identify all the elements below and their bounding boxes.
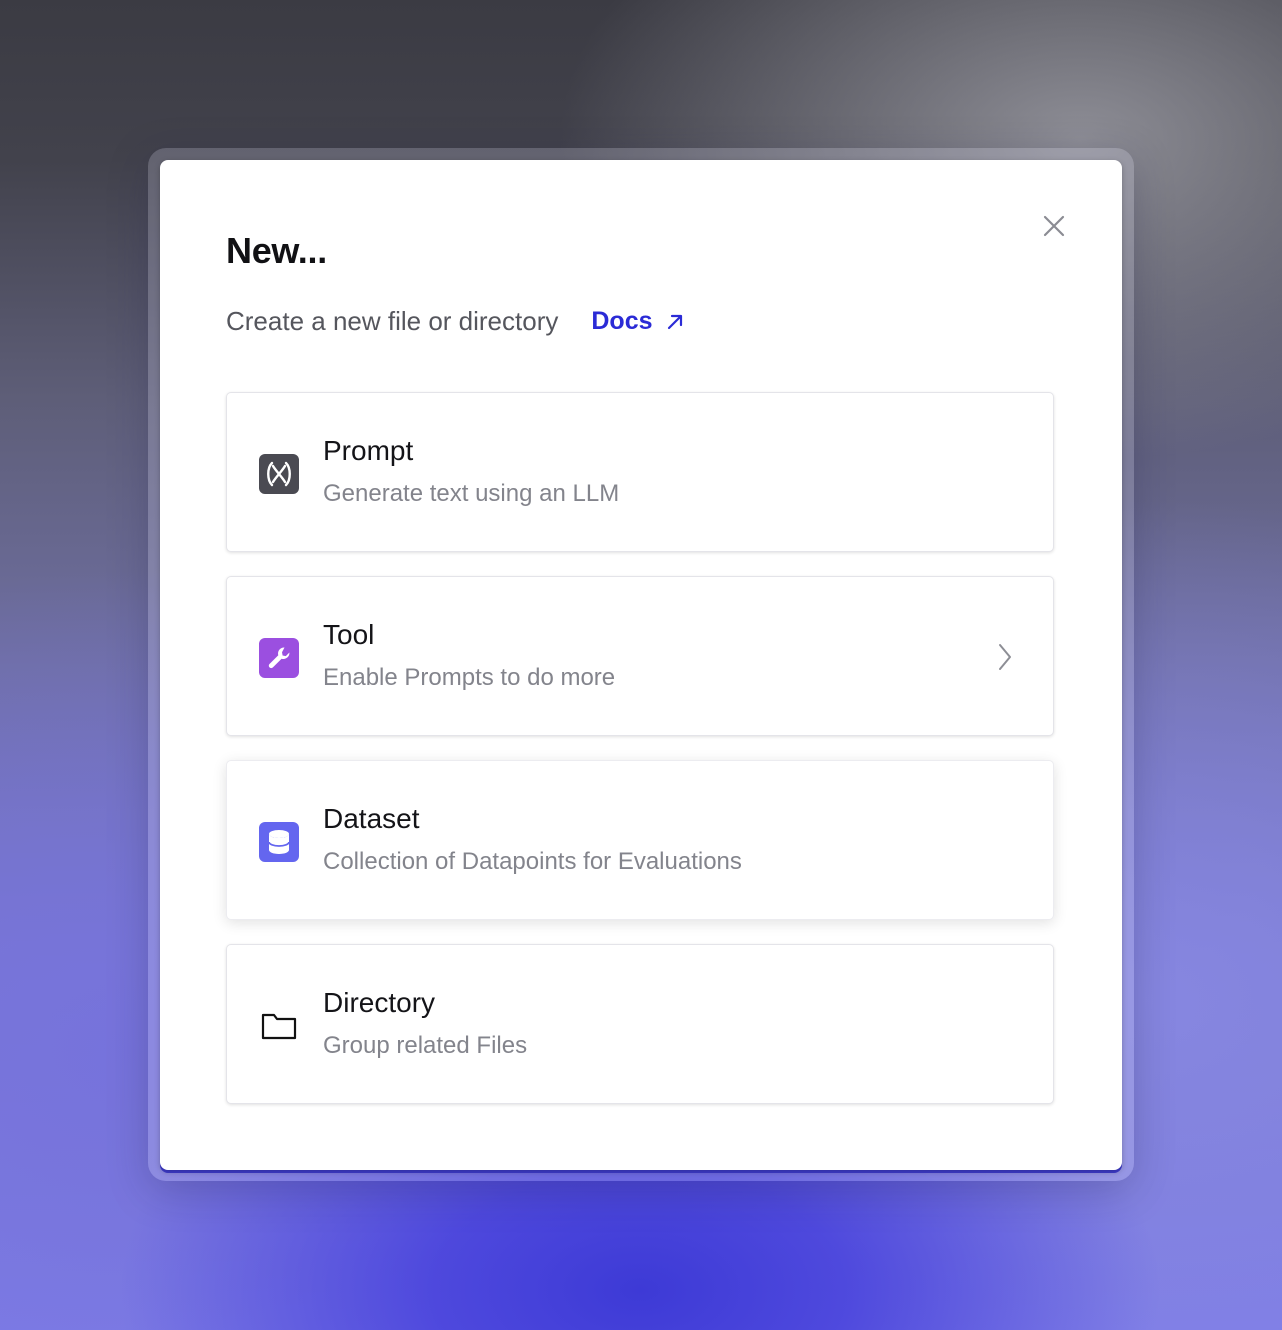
- dialog-subtitle: Create a new file or directory: [226, 306, 559, 336]
- folder-icon: [259, 1006, 299, 1046]
- option-description: Collection of Datapoints for Evaluations: [323, 848, 742, 875]
- option-description: Generate text using an LLM: [323, 480, 620, 507]
- close-icon: [1043, 215, 1065, 237]
- docs-link[interactable]: Docs: [591, 307, 684, 336]
- option-tool[interactable]: Tool Enable Prompts to do more: [226, 576, 1054, 736]
- close-button[interactable]: [1036, 208, 1072, 244]
- option-title: Directory: [323, 987, 436, 1018]
- option-description: Group related Files: [323, 1032, 528, 1059]
- external-arrow-icon: [667, 314, 682, 329]
- new-file-dialog: New... Create a new file or directory Do…: [160, 160, 1122, 1170]
- database-icon: [259, 822, 299, 862]
- option-dataset[interactable]: Dataset Collection of Datapoints for Eva…: [226, 760, 1054, 920]
- option-title: Dataset: [323, 803, 420, 834]
- prompt-icon: [259, 454, 299, 494]
- option-prompt[interactable]: Prompt Generate text using an LLM: [226, 392, 1054, 552]
- option-description: Enable Prompts to do more: [323, 664, 616, 691]
- chevron-right-icon: [995, 642, 1015, 672]
- wrench-icon: [259, 638, 299, 678]
- docs-link-label: Docs: [591, 307, 653, 335]
- dialog-subtitle-row: Create a new file or directory Docs: [226, 306, 685, 337]
- option-title: Tool: [323, 619, 375, 650]
- option-title: Prompt: [323, 435, 414, 466]
- option-directory[interactable]: Directory Group related Files: [226, 944, 1054, 1104]
- dialog-title: New...: [226, 230, 327, 271]
